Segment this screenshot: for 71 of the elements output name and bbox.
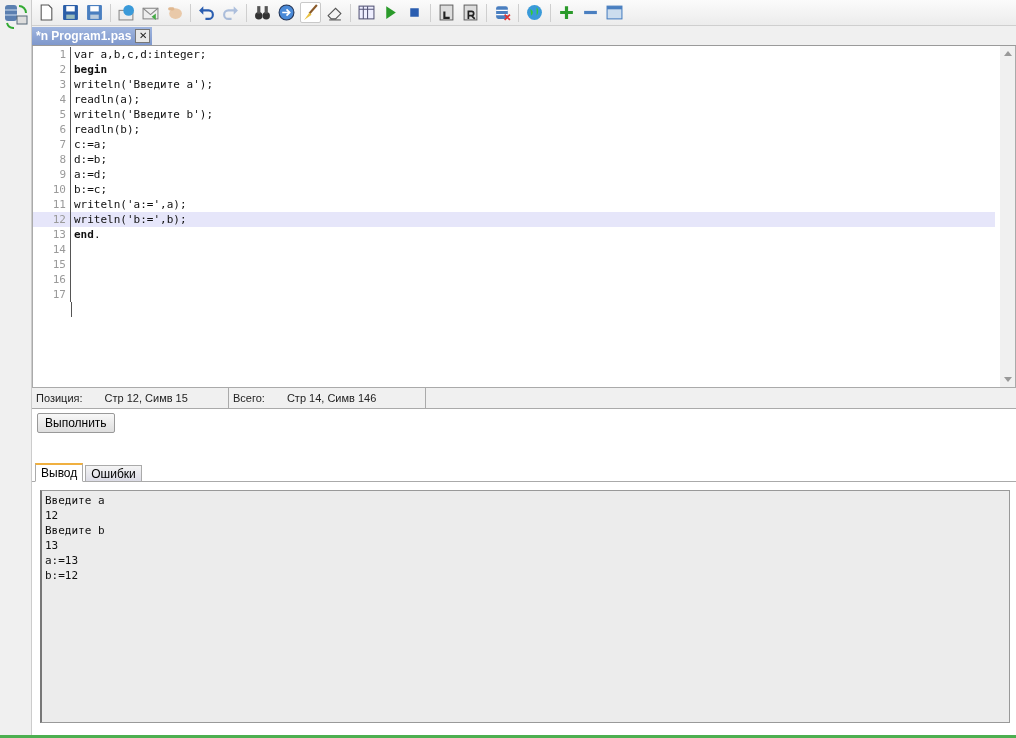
line-number: 9: [33, 167, 71, 182]
new-file-icon: [38, 4, 55, 21]
output-line: a:=13: [45, 553, 80, 568]
code-line: begin: [73, 62, 108, 77]
output-tab[interactable]: Ошибки: [85, 465, 142, 482]
close-button[interactable]: ✕: [135, 29, 151, 43]
line-number: 10: [33, 182, 71, 197]
code-line: c:=a;: [73, 137, 108, 152]
up-arrow-icon: [1003, 51, 1012, 56]
line-number: 2: [33, 62, 71, 77]
output-line: 13: [45, 538, 60, 553]
code-line: writeln('Введите b');: [73, 107, 214, 122]
line-number: 12: [33, 212, 71, 227]
toolbar-button[interactable]: [356, 2, 377, 23]
code-line: end.: [73, 227, 101, 242]
save-icon: [86, 4, 103, 21]
code-line: writeln('b:=',b);: [73, 212, 187, 227]
binoculars-icon: [254, 4, 271, 21]
toolbar-button[interactable]: [276, 2, 297, 23]
down-arrow-icon: [1003, 377, 1012, 382]
line-number: 1: [33, 47, 71, 62]
output-tab[interactable]: Вывод: [35, 463, 84, 482]
run-button[interactable]: Выполнить: [37, 413, 115, 433]
code-line: d:=b;: [73, 152, 108, 167]
line-number: 5: [33, 107, 71, 122]
line-number: 7: [33, 137, 71, 152]
line-number: 17: [33, 287, 71, 302]
globe-icon: [526, 4, 543, 21]
code-line: writeln('Введите a');: [73, 77, 214, 92]
globe-envelope-icon: [118, 4, 135, 21]
toolbar-button[interactable]: [460, 2, 481, 23]
line-number: 3: [33, 77, 71, 92]
code-line: readln(a);: [73, 92, 141, 107]
line-number: 14: [33, 242, 71, 257]
arrow-circle-icon: [278, 4, 295, 21]
eraser-icon: [326, 4, 343, 21]
scrollbar[interactable]: [1000, 46, 1015, 387]
output-line: Введите a: [45, 493, 106, 508]
code-line: a:=d;: [73, 167, 108, 182]
grid-icon: [358, 4, 375, 21]
status-label: Позиция:: [36, 392, 83, 404]
output-line: 12: [45, 508, 60, 523]
toolbar-button[interactable]: [436, 2, 457, 23]
database-icon: [494, 4, 511, 21]
line-number: 13: [33, 227, 71, 242]
status-value: Стр 14, Симв 146: [286, 392, 377, 404]
code-line: writeln('a:=',a);: [73, 197, 187, 212]
save-icon: [62, 4, 79, 21]
window-icon: [606, 4, 623, 21]
redo-icon: [222, 4, 239, 21]
document-icon: [462, 4, 479, 21]
code-line: b:=c;: [73, 182, 108, 197]
document-icon: [438, 4, 455, 21]
output-line: b:=12: [45, 568, 80, 583]
line-number: 4: [33, 92, 71, 107]
line-number: 6: [33, 122, 71, 137]
undo-icon: [198, 4, 215, 21]
status-label: Всего:: [233, 392, 265, 404]
line-number: 15: [33, 257, 71, 272]
database-sync-icon[interactable]: [2, 3, 29, 29]
line-number: 16: [33, 272, 71, 287]
code-line: readln(b);: [73, 122, 141, 137]
code-line: var a,b,c,d:integer;: [73, 47, 207, 62]
plus-icon: [558, 4, 575, 21]
brush-icon: [302, 4, 319, 21]
toolbar-button[interactable]: [60, 2, 81, 23]
output-line: Введите b: [45, 523, 106, 538]
file-tab[interactable]: *n Program1.pas ✕: [32, 27, 153, 45]
line-number: 8: [33, 152, 71, 167]
file-tab-title: *n Program1.pas: [36, 29, 132, 43]
status-value: Стр 12, Симв 15: [104, 392, 188, 404]
